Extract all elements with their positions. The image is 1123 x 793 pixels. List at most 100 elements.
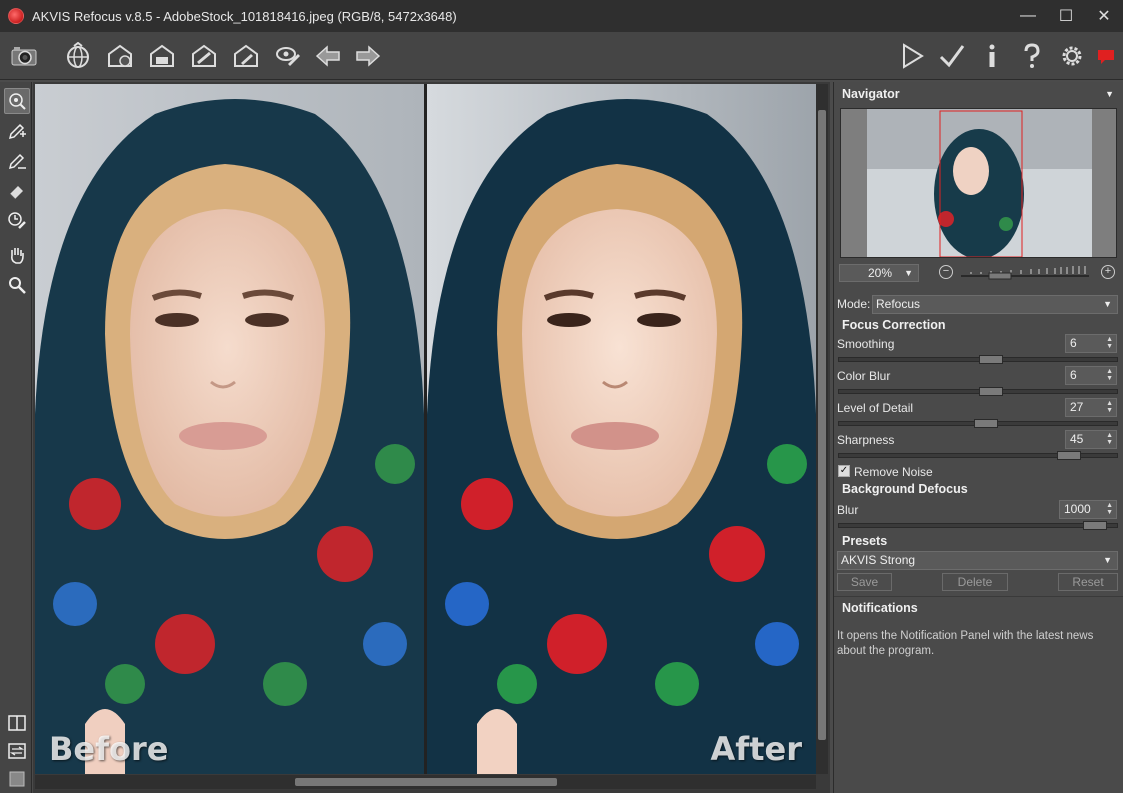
dropdown-arrow-icon: ▼ — [1103, 555, 1112, 565]
before-image[interactable]: Before — [35, 84, 424, 774]
batch-icon[interactable] — [272, 40, 304, 72]
sharpness-field[interactable]: 45 ▲ ▼ — [1065, 430, 1117, 449]
split-view-icon[interactable] — [4, 710, 30, 736]
collapse-arrow-icon[interactable]: ▼ — [1105, 84, 1114, 104]
spin-arrows-icon[interactable]: ▲ ▼ — [1106, 368, 1113, 382]
image-canvas[interactable]: Before After — [33, 82, 830, 793]
navigator-header[interactable]: Navigator ▼ — [834, 84, 1123, 104]
after-image[interactable]: After — [427, 84, 816, 774]
before-label: Before — [49, 730, 169, 768]
maximize-button[interactable]: ☐ — [1047, 0, 1085, 32]
horizontal-scroll-thumb[interactable] — [295, 778, 557, 786]
level-of-detail-slider[interactable] — [838, 419, 1118, 428]
level-of-detail-label: Level of Detail — [837, 401, 914, 415]
apply-icon[interactable] — [936, 40, 968, 72]
level-of-detail-field[interactable]: 27 ▲ ▼ — [1065, 398, 1117, 417]
presets-title: Presets — [842, 534, 888, 548]
level-of-detail-value: 27 — [1070, 400, 1084, 414]
zoom-select[interactable]: 20% ▼ — [839, 264, 919, 282]
vertical-scrollbar[interactable] — [816, 84, 828, 774]
smoothing-slider-knob[interactable] — [979, 355, 1003, 364]
history-brush-icon[interactable] — [4, 208, 30, 234]
sharpness-value: 45 — [1070, 432, 1084, 446]
undo-arrow-icon[interactable] — [312, 40, 344, 72]
spin-arrows-icon[interactable]: ▲ ▼ — [1106, 432, 1113, 446]
preset-value: AKVIS Strong — [841, 553, 916, 567]
spin-arrows-icon[interactable]: ▲ ▼ — [1106, 400, 1113, 414]
zoom-slider[interactable] — [961, 264, 1089, 280]
smoothing-slider[interactable] — [838, 355, 1118, 364]
navigator-preview[interactable] — [840, 108, 1117, 258]
camera-icon[interactable] — [8, 40, 40, 72]
help-icon[interactable] — [1016, 40, 1048, 72]
notifications-title: Notifications — [842, 601, 918, 615]
navigator-title: Navigator — [842, 87, 900, 101]
navigator-thumbnail — [867, 109, 1092, 257]
app-logo-icon — [8, 8, 24, 24]
section-divider — [834, 596, 1123, 597]
zoom-icon[interactable] — [4, 272, 30, 298]
color-blur-value: 6 — [1070, 368, 1077, 382]
focus-area-pencil-icon[interactable] — [4, 118, 30, 144]
zoom-in-button[interactable]: + — [1101, 265, 1115, 279]
zoom-out-button[interactable]: − — [939, 265, 953, 279]
color-blur-slider-knob[interactable] — [979, 387, 1003, 396]
settings-icon[interactable] — [1056, 40, 1088, 72]
notifications-text: It opens the Notification Panel with the… — [837, 630, 1094, 657]
preset-select[interactable]: AKVIS Strong ▼ — [837, 551, 1118, 570]
background-color-icon[interactable] — [4, 766, 30, 792]
reset-preset-button[interactable]: Reset — [1058, 573, 1118, 591]
focus-correction-title: Focus Correction — [842, 318, 946, 332]
after-label: After — [710, 730, 802, 768]
sharpness-label: Sharpness — [837, 433, 895, 447]
refocus-brush-icon[interactable] — [4, 88, 30, 114]
news-icon[interactable] — [1090, 40, 1122, 72]
smoothing-field[interactable]: 6 ▲ ▼ — [1065, 334, 1117, 353]
sharpness-slider[interactable] — [838, 451, 1118, 460]
print-icon[interactable] — [146, 40, 178, 72]
mode-select[interactable]: Refocus ▼ — [872, 295, 1118, 314]
mode-label: Mode: — [837, 297, 871, 311]
open-web-icon[interactable] — [62, 40, 94, 72]
save-icon[interactable] — [104, 40, 136, 72]
background-defocus-title: Background Defocus — [842, 482, 968, 496]
swap-view-icon[interactable] — [4, 738, 30, 764]
blur-slider-knob[interactable] — [1083, 521, 1107, 530]
level-of-detail-slider-knob[interactable] — [974, 419, 998, 428]
delete-preset-button[interactable]: Delete — [942, 573, 1008, 591]
save-preset-button[interactable]: Save — [837, 573, 892, 591]
sharpness-slider-knob[interactable] — [1057, 451, 1081, 460]
title-bar: AKVIS Refocus v.8.5 - AdobeStock_1018184… — [0, 0, 1123, 32]
app-window: AKVIS Refocus v.8.5 - AdobeStock_1018184… — [0, 0, 1123, 793]
before-photo — [35, 84, 424, 774]
run-icon[interactable] — [896, 40, 928, 72]
hand-icon[interactable] — [4, 242, 30, 268]
info-icon[interactable] — [976, 40, 1008, 72]
settings-panel: Navigator ▼ 20% ▼ − + Mode: Refocus ▼ Fo… — [833, 82, 1123, 793]
spin-arrows-icon[interactable]: ▲ ▼ — [1106, 336, 1113, 350]
blur-slider[interactable] — [838, 521, 1118, 530]
color-blur-slider[interactable] — [838, 387, 1118, 396]
horizontal-scrollbar[interactable] — [35, 775, 816, 789]
color-blur-label: Color Blur — [837, 369, 891, 383]
redo-arrow-icon[interactable] — [352, 40, 384, 72]
after-photo — [427, 84, 816, 774]
blur-label: Blur — [837, 503, 859, 517]
export-icon[interactable] — [230, 40, 262, 72]
tool-palette — [0, 82, 32, 793]
vertical-scroll-thumb[interactable] — [818, 110, 826, 740]
zoom-value: 20% — [868, 266, 893, 280]
minimize-button[interactable]: — — [1009, 0, 1047, 32]
eraser-icon[interactable] — [4, 178, 30, 204]
window-title: AKVIS Refocus v.8.5 - AdobeStock_1018184… — [32, 8, 457, 24]
remove-noise-checkbox[interactable]: ✓ — [838, 465, 850, 477]
spin-arrows-icon[interactable]: ▲ ▼ — [1106, 502, 1113, 516]
color-blur-field[interactable]: 6 ▲ ▼ — [1065, 366, 1117, 385]
background-pencil-icon[interactable] — [4, 148, 30, 174]
smoothing-label: Smoothing — [837, 337, 895, 351]
smoothing-value: 6 — [1070, 336, 1077, 350]
blur-field[interactable]: 1000 ▲ ▼ — [1059, 500, 1117, 519]
remove-noise-label: Remove Noise — [854, 465, 933, 479]
share-icon[interactable] — [188, 40, 220, 72]
close-button[interactable]: ✕ — [1085, 0, 1123, 32]
